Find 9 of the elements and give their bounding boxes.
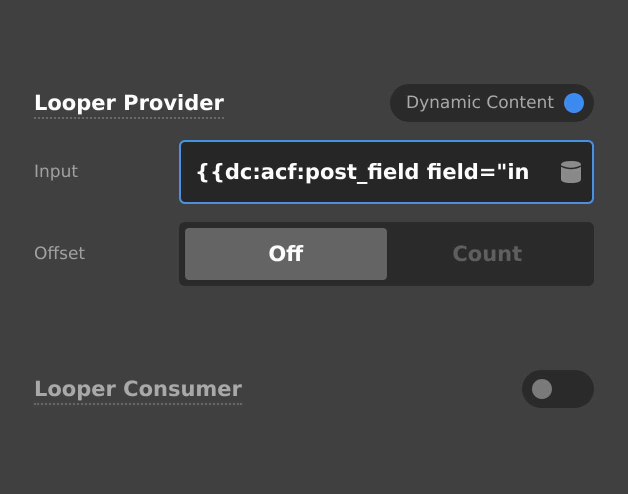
toggle-switch[interactable] (522, 370, 594, 408)
section-title: Looper Consumer (34, 377, 242, 405)
database-icon[interactable] (560, 160, 582, 184)
input-field[interactable]: {{dc:acf:post_field field="in (179, 140, 594, 204)
segment-option[interactable]: Off (185, 228, 386, 280)
dynamic-content-toggle[interactable]: Dynamic Content (390, 84, 594, 122)
field-label: Input (34, 162, 80, 182)
section-title: Looper Provider (34, 91, 224, 119)
field-label: Offset (34, 244, 86, 264)
